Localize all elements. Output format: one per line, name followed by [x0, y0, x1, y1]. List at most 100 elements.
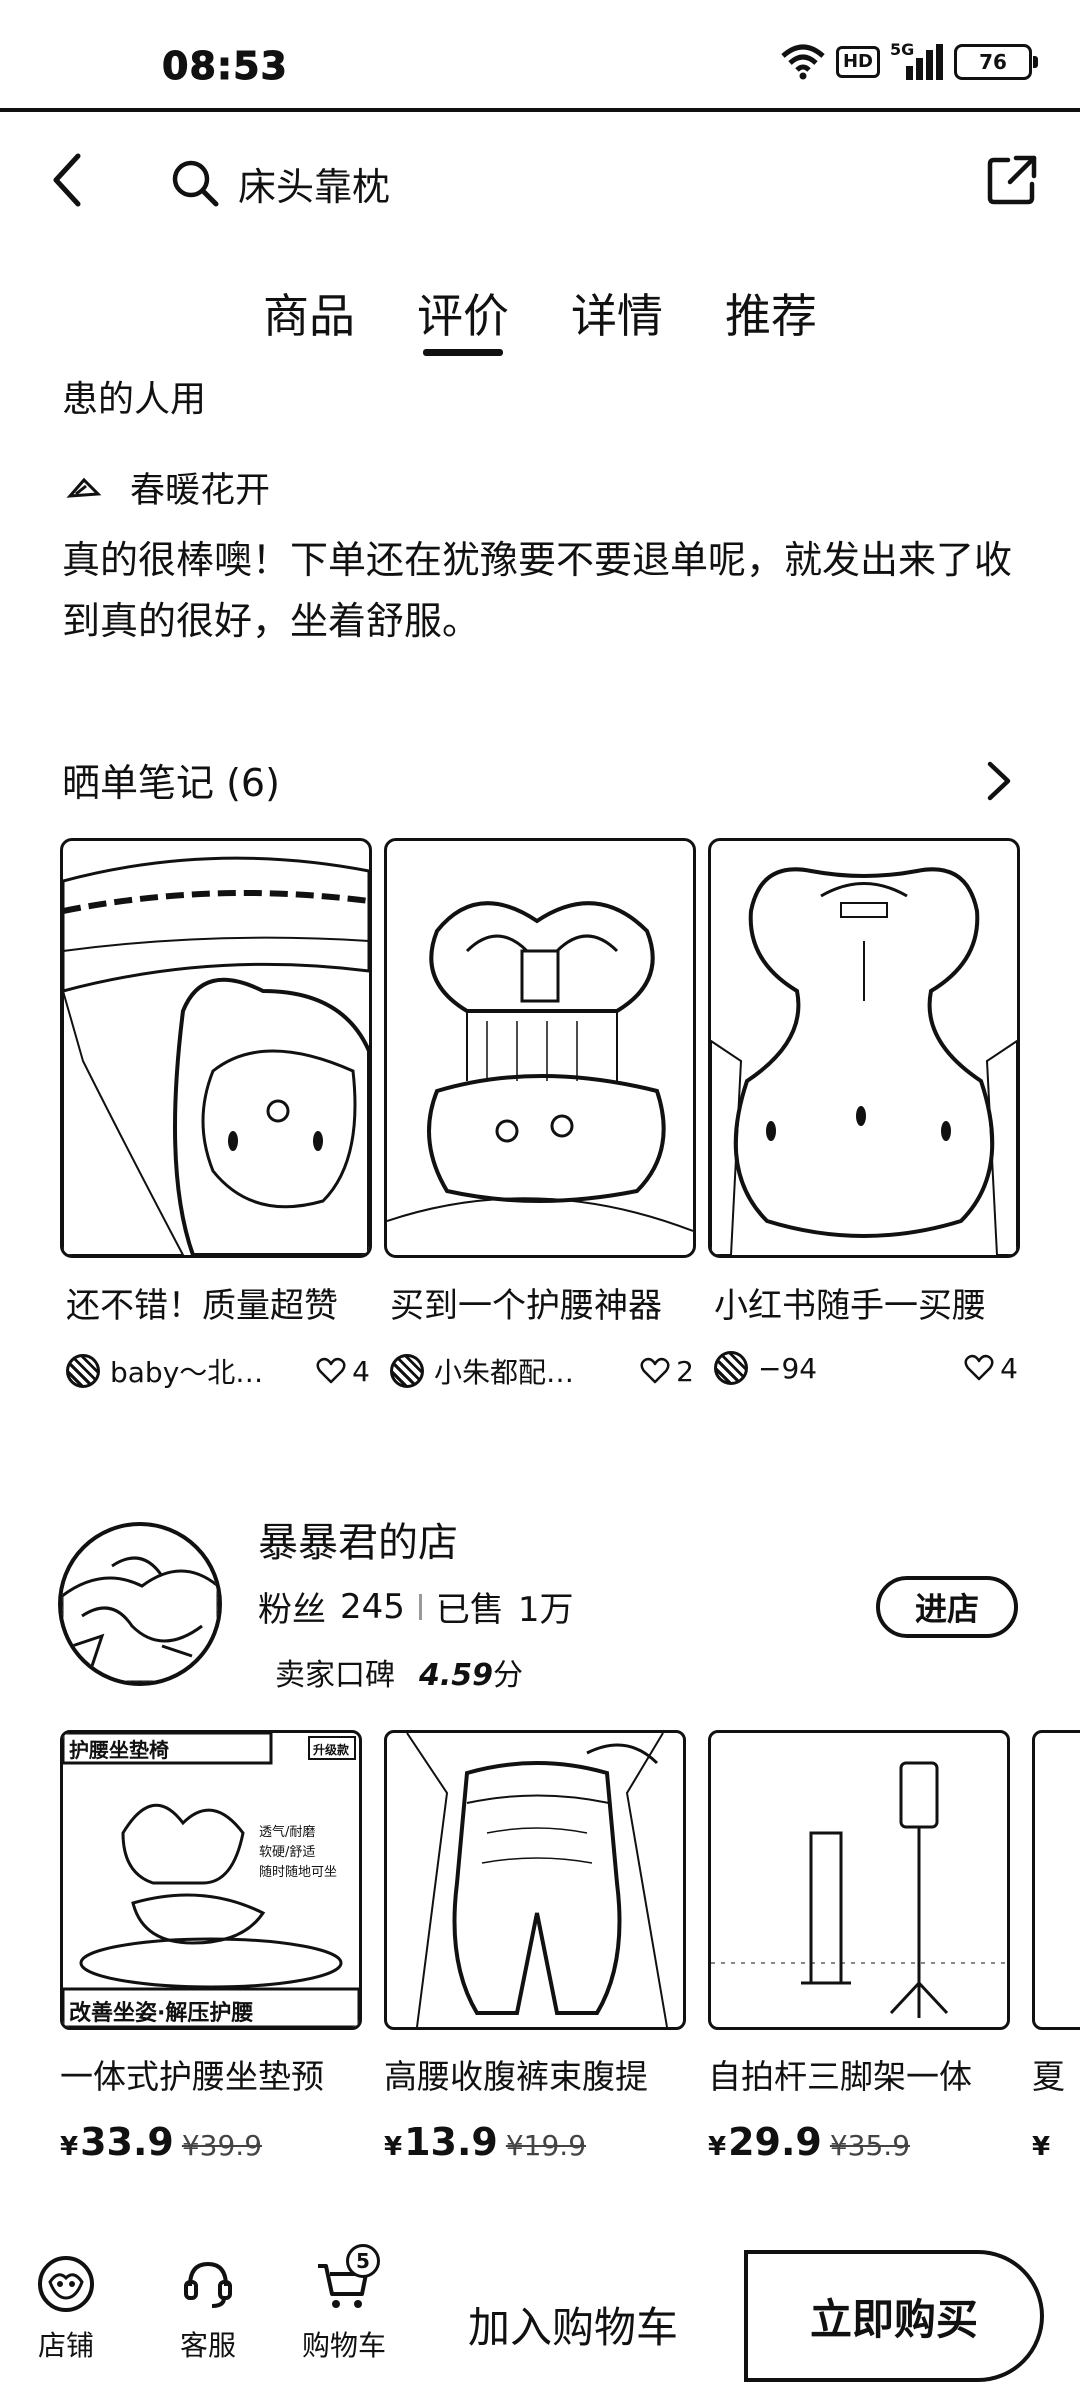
notes-list: 还不错！质量超赞 baby～北… 4 买到一个护腰神器 小朱都配… 2 小红书随… [60, 838, 1020, 1391]
product-price: ¥29.9 ¥35.9 [708, 2120, 1010, 2160]
product-badge-corner: 升级款 [313, 1743, 350, 1757]
note-meta: 小朱都配… 2 [384, 1351, 696, 1391]
status-bar: 08:53 HD 5G 76 [0, 0, 1080, 112]
product-card[interactable]: 高腰收腹裤束腹提 ¥13.9 ¥19.9 [384, 1730, 686, 2160]
price-original: ¥39.9 [181, 2129, 263, 2160]
product-card[interactable]: 护腰坐垫椅 升级款 透气/耐磨 软硬/舒适 随时随地可坐 改善坐姿·解压护腰 一… [60, 1730, 362, 2160]
product-title: 夏 [1032, 2057, 1065, 2096]
product-title: 一体式护腰坐垫预 [60, 2057, 324, 2096]
price-current: 29.9 [728, 2120, 822, 2160]
signal-icon: 5G [890, 40, 944, 82]
customer-service-tab[interactable]: 客服 [178, 2254, 238, 2364]
currency-symbol: ¥ [384, 2132, 403, 2160]
hd-indicator: HD [835, 46, 880, 78]
avatar [714, 1351, 748, 1385]
battery-level: 76 [979, 50, 1007, 74]
note-image [708, 838, 1020, 1258]
product-card[interactable]: 自拍杆三脚架一体 ¥29.9 ¥35.9 [708, 1730, 1010, 2160]
product-price: ¥33.9 ¥39.9 [60, 2120, 362, 2160]
reviewer: 春暖花开 [66, 462, 270, 513]
tab-details[interactable]: 详情 [571, 272, 663, 356]
share-icon[interactable] [982, 150, 1042, 210]
product-feature-2: 软硬/舒适 [259, 1845, 316, 1860]
note-author: −94 [758, 1351, 818, 1385]
note-image [60, 838, 372, 1258]
product-title: 自拍杆三脚架一体 [708, 2057, 972, 2096]
like-button[interactable]: 2 [640, 1355, 694, 1388]
fans-label: 粉丝 [258, 1590, 326, 1630]
search-input[interactable]: 床头靠枕 [238, 156, 390, 211]
like-count: 4 [352, 1354, 370, 1388]
sold-count: 1万 [517, 1590, 574, 1630]
rating-unit: 分 [493, 1658, 524, 1693]
tab-reviews[interactable]: 评价 [417, 272, 509, 356]
shop-avatar[interactable] [58, 1522, 222, 1686]
note-card[interactable]: 小红书随手一买腰 −94 4 [708, 838, 1020, 1391]
note-title: 小红书随手一买腰 [714, 1286, 986, 1326]
reviewer-name: 春暖花开 [130, 471, 271, 511]
product-feature-3: 随时随地可坐 [259, 1865, 338, 1880]
product-badge-top: 护腰坐垫椅 [69, 1738, 169, 1762]
like-button[interactable]: 4 [964, 1352, 1018, 1385]
reviewer-avatar-icon [66, 477, 102, 498]
like-count: 4 [1000, 1351, 1018, 1385]
note-meta: −94 4 [708, 1351, 1020, 1385]
product-badge-bottom: 改善坐姿·解压护腰 [69, 2001, 254, 2026]
shop-stats: 粉丝 245 已售 1万 [258, 1582, 574, 1631]
shop-name[interactable]: 暴暴君的店 [258, 1510, 458, 1568]
avatar [66, 1354, 100, 1388]
price-current: 13.9 [404, 2120, 498, 2160]
price-original: ¥19.9 [505, 2129, 587, 2160]
note-card[interactable]: 买到一个护腰神器 小朱都配… 2 [384, 838, 696, 1391]
bottom-action-bar: 店铺 客服 5 购物车 加入购物车 立即购买 [0, 2236, 1080, 2400]
product-card[interactable]: 夏 ¥ [1032, 1730, 1080, 2160]
note-card[interactable]: 还不错！质量超赞 baby～北… 4 [60, 838, 372, 1391]
shop-tab[interactable]: 店铺 [36, 2254, 96, 2364]
shop-products: 护腰坐垫椅 升级款 透气/耐磨 软硬/舒适 随时随地可坐 改善坐姿·解压护腰 一… [60, 1730, 1080, 2160]
wifi-icon [781, 44, 825, 80]
heart-icon [964, 1354, 994, 1381]
search-icon[interactable] [170, 158, 220, 208]
note-author: 小朱都配… [434, 1356, 575, 1389]
sold-label: 已售 [435, 1590, 504, 1630]
currency-symbol: ¥ [708, 2132, 727, 2160]
rating-score: 4.59 [419, 1658, 494, 1693]
product-feature-1: 透气/耐磨 [259, 1825, 316, 1840]
chevron-right-icon[interactable] [978, 758, 1018, 804]
cart-tab[interactable]: 5 购物车 [302, 2244, 387, 2364]
cart-tab-label: 购物车 [302, 2329, 387, 2362]
divider [418, 1593, 422, 1620]
buy-now-button[interactable]: 立即购买 [744, 2250, 1044, 2382]
review-text-partial: 患的人用 [62, 379, 207, 420]
add-to-cart-button[interactable]: 加入购物车 [468, 2294, 678, 2355]
status-icons: HD 5G 76 [780, 40, 1038, 82]
tab-goods[interactable]: 商品 [263, 272, 355, 356]
header: 床头靠枕 [0, 120, 1080, 240]
price-current: 33.9 [80, 2120, 174, 2160]
note-title: 买到一个护腰神器 [390, 1286, 662, 1326]
tab-recommend[interactable]: 推荐 [725, 272, 817, 356]
heart-icon [640, 1357, 670, 1384]
rating-label: 卖家口碑 [275, 1658, 395, 1693]
customer-service-label: 客服 [179, 2329, 236, 2362]
notes-title: 晒单笔记 (6) [62, 761, 280, 805]
like-button[interactable]: 4 [316, 1355, 370, 1388]
product-price: ¥ [1032, 2120, 1080, 2160]
shop-rating: 卖家口碑 4.59分 [275, 1650, 523, 1694]
battery-icon: 76 [954, 44, 1038, 80]
headset-icon [184, 2261, 232, 2308]
price-original: ¥35.9 [829, 2129, 911, 2160]
avatar [390, 1354, 424, 1388]
back-arrow-icon[interactable] [40, 148, 96, 212]
fans-count: 245 [340, 1586, 405, 1627]
heart-icon [316, 1357, 346, 1384]
status-time: 08:53 [162, 44, 288, 89]
note-title: 还不错！质量超赞 [66, 1286, 338, 1326]
product-image [708, 1730, 1010, 2030]
enter-shop-button[interactable]: 进店 [876, 1576, 1018, 1638]
product-price: ¥13.9 ¥19.9 [384, 2120, 686, 2160]
shop-icon [38, 2256, 94, 2312]
note-image [384, 838, 696, 1258]
product-image [384, 1730, 686, 2030]
product-image [1032, 1730, 1080, 2030]
